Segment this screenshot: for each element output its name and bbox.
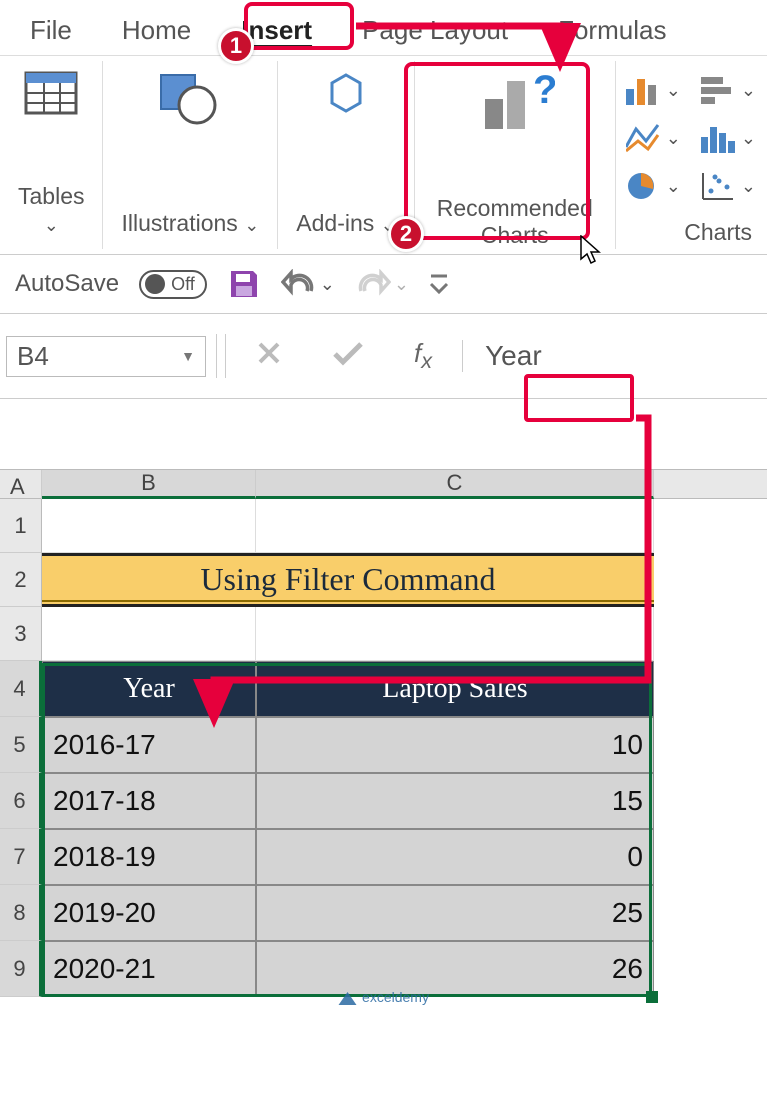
worksheet[interactable]: B C A 1 2 Using Filter Command 3 4 Year …	[0, 469, 767, 997]
row-header[interactable]: 3	[0, 607, 42, 661]
row-header[interactable]: 2	[0, 553, 42, 607]
scatter-chart-icon	[701, 171, 735, 201]
row-header[interactable]: 6	[0, 773, 42, 829]
addins-button[interactable]	[324, 71, 368, 115]
table-cell-year[interactable]: 2020-21	[42, 941, 256, 997]
watermark-icon	[338, 989, 356, 1005]
tables-icon	[24, 71, 78, 115]
formula-bar-value[interactable]: Year	[462, 340, 542, 372]
ribbon-group-tables: Tables⌄	[0, 61, 103, 249]
chart-buttons-col-1: ⌄ ⌄ ⌄	[616, 61, 691, 249]
name-box[interactable]: B4 ▼	[6, 336, 206, 377]
svg-text:?: ?	[533, 71, 555, 112]
illustrations-icon	[157, 71, 223, 125]
watermark: exceldemy	[338, 989, 429, 1005]
cancel-formula-button[interactable]	[236, 340, 302, 373]
tab-file[interactable]: File	[5, 10, 97, 55]
table-cell-sales[interactable]: 26	[256, 941, 654, 997]
table-cell-year[interactable]: 2019-20	[42, 885, 256, 941]
close-icon	[256, 340, 282, 366]
tab-formulas[interactable]: Formulas	[533, 10, 691, 55]
histogram-button[interactable]: ⌄	[701, 123, 756, 153]
table-cell-year[interactable]: 2016-17	[42, 717, 256, 773]
bar-chart-icon	[701, 75, 735, 105]
enter-formula-button[interactable]	[312, 340, 384, 373]
row-header[interactable]: 4	[0, 661, 42, 717]
recommended-charts-button[interactable]: ?	[475, 71, 555, 135]
ribbon-tabs: File Home Insert Page Layout Formulas	[0, 0, 767, 55]
formula-bar-row: B4 ▼ fx Year	[0, 314, 767, 399]
table-cell-sales[interactable]: 10	[256, 717, 654, 773]
ribbon: Tables⌄ Illustrations ⌄ Add-ins ⌄	[0, 55, 767, 255]
cell[interactable]	[256, 499, 654, 553]
ribbon-group-label: Tables⌄	[18, 183, 84, 237]
customize-qat-button[interactable]	[429, 272, 449, 296]
row-header[interactable]: 7	[0, 829, 42, 885]
table-cell-sales[interactable]: 0	[256, 829, 654, 885]
title-cell[interactable]: Using Filter Command	[42, 553, 654, 607]
illustrations-button[interactable]	[157, 71, 223, 125]
column-headers: B C	[0, 469, 767, 499]
undo-icon	[281, 269, 317, 299]
bar-chart-button[interactable]: ⌄	[701, 75, 756, 105]
ribbon-group-recommended-charts: ? Recommended Charts	[415, 61, 616, 249]
cell[interactable]	[42, 607, 256, 661]
ribbon-group-label: Illustrations ⌄	[121, 210, 259, 237]
table-cell-sales[interactable]: 25	[256, 885, 654, 941]
pie-chart-icon	[626, 171, 660, 201]
table-cell-year[interactable]: 2018-19	[42, 829, 256, 885]
row-header[interactable]: 1	[0, 499, 42, 553]
check-icon	[332, 340, 364, 366]
pie-chart-button[interactable]: ⌄	[626, 171, 681, 201]
table-cell-year[interactable]: 2017-18	[42, 773, 256, 829]
row-header[interactable]: 5	[0, 717, 42, 773]
chevron-down-icon: ▼	[181, 348, 195, 364]
column-header-c[interactable]: C	[256, 470, 654, 499]
column-header-b[interactable]: B	[42, 470, 256, 499]
customize-icon	[429, 272, 449, 296]
chevron-down-icon: ⌄	[244, 215, 259, 235]
toggle-knob-icon	[145, 274, 165, 294]
redo-button[interactable]: ⌄	[355, 269, 409, 299]
column-chart-button[interactable]: ⌄	[626, 75, 681, 105]
separator	[216, 334, 226, 378]
table-cell-sales[interactable]: 15	[256, 773, 654, 829]
save-icon	[227, 267, 261, 301]
ribbon-group-label: Add-ins ⌄	[296, 210, 395, 237]
column-header-a[interactable]: A	[10, 474, 25, 500]
line-chart-icon	[626, 123, 660, 153]
step-badge-1: 1	[218, 28, 254, 64]
line-chart-button[interactable]: ⌄	[626, 123, 681, 153]
cell[interactable]	[42, 499, 256, 553]
cell[interactable]	[256, 607, 654, 661]
insert-function-button[interactable]: fx	[394, 338, 452, 374]
tab-home[interactable]: Home	[97, 10, 216, 55]
autosave-toggle[interactable]: Off	[139, 270, 207, 299]
fill-handle[interactable]	[646, 991, 658, 1003]
column-chart-icon	[626, 75, 660, 105]
save-button[interactable]	[227, 267, 261, 301]
table-header-sales[interactable]: Laptop Sales	[256, 661, 654, 717]
row-header[interactable]: 9	[0, 941, 42, 997]
histogram-icon	[701, 123, 735, 153]
scatter-chart-button[interactable]: ⌄	[701, 171, 756, 201]
ribbon-group-label: Charts	[684, 219, 752, 246]
chevron-down-icon: ⌄	[44, 215, 59, 235]
row-header[interactable]: 8	[0, 885, 42, 941]
redo-icon	[355, 269, 391, 299]
ribbon-group-illustrations: Illustrations ⌄	[103, 61, 278, 249]
step-badge-2: 2	[388, 216, 424, 252]
addins-icon	[324, 71, 368, 115]
ribbon-group-label: Recommended Charts	[437, 195, 593, 249]
quick-access-toolbar: AutoSave Off ⌄ ⌄	[0, 255, 767, 314]
undo-button[interactable]: ⌄	[281, 269, 335, 299]
tab-page-layout[interactable]: Page Layout	[337, 10, 533, 55]
cursor-icon	[580, 235, 602, 265]
recommended-charts-icon: ?	[475, 71, 555, 135]
table-header-year[interactable]: Year	[42, 661, 256, 717]
tables-button[interactable]	[24, 71, 78, 115]
autosave-label: AutoSave	[15, 270, 119, 298]
